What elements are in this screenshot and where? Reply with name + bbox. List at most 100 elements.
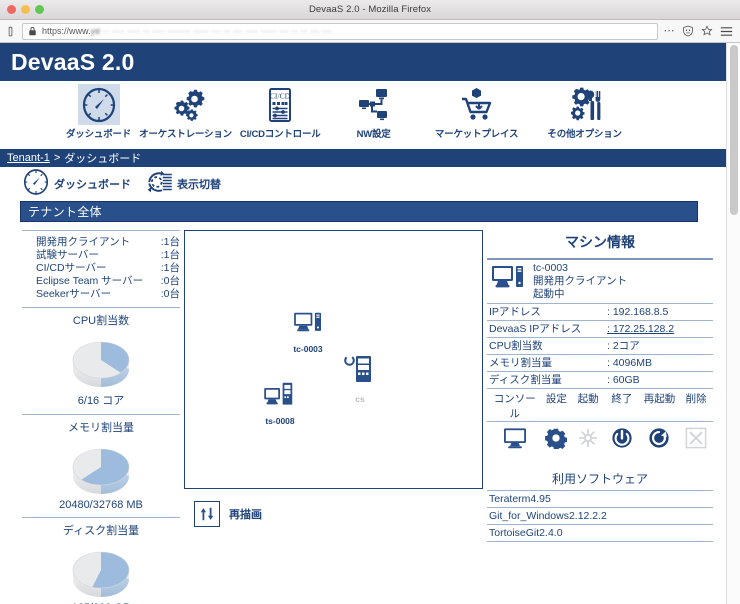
topology-node-ts-0008[interactable]: ts-0008	[263, 381, 297, 426]
pie-chart	[68, 330, 134, 390]
app-brand-bar: DevaaS 2.0	[0, 43, 726, 81]
count-label: 試験サーバー	[36, 249, 99, 261]
row-label: IPアドレス	[489, 306, 541, 318]
row-value: : 60GB	[607, 374, 640, 386]
network-icon	[353, 84, 395, 125]
loading-spinner-icon	[344, 355, 355, 366]
nav-label-orchestration: オーケストレーション	[139, 129, 232, 140]
desktop-client-icon	[293, 311, 323, 342]
row-label: メモリ割当量	[489, 357, 552, 369]
nav-item-network-settings[interactable]: NW設定	[325, 84, 423, 140]
nav-label-cicd-control: CI/CDコントロール	[239, 129, 321, 140]
summary-column: 開発用クライアント :1台 試験サーバー :1台 CI/CDサーバー :1台 E…	[0, 230, 180, 604]
star-icon[interactable]	[701, 25, 713, 37]
redraw-button[interactable]: 再描画	[184, 501, 483, 527]
section-title: テナント全体	[28, 205, 102, 219]
svg-text:CI/CD: CI/CD	[270, 91, 291, 100]
start-button	[572, 427, 604, 454]
breadcrumb-current: ダッシュボード	[64, 153, 142, 165]
delete-button	[679, 427, 713, 454]
view-switch-label: 表示切替	[177, 179, 221, 191]
url-redacted: ye ·· ···· ···· ·· ···· ······· ····· ··…	[90, 26, 332, 36]
count-label: Seekerサーバー	[36, 288, 112, 300]
page-viewport: DevaaS 2.0 ダッシュボード オーケストレーション CI/CD CI/C…	[0, 43, 740, 604]
window-title: DevaaS 2.0 - Mozilla Firefox	[308, 4, 432, 15]
overflow-dots-icon[interactable]: ⋯	[664, 26, 676, 37]
view-switch-icon[interactable]	[143, 167, 175, 202]
nav-item-cicd-control[interactable]: CI/CD CI/CDコントロール	[236, 84, 325, 140]
stop-button[interactable]	[604, 427, 640, 454]
redraw-label: 再描画	[229, 509, 262, 521]
nav-label-network-settings: NW設定	[356, 129, 391, 140]
nav-label-marketplace: マーケットプレイス	[434, 129, 519, 140]
table-row: ディスク割当量 : 60GB	[487, 372, 713, 389]
pie-chart	[68, 437, 134, 497]
topology-node-label: cs	[355, 394, 365, 404]
dashboard-subheader: ダッシュボード 表示切替	[0, 167, 726, 201]
url-bar[interactable]: https://www.ye ·· ···· ···· ·· ···· ····…	[22, 22, 658, 40]
pie-svg	[72, 448, 130, 494]
chart-value-label: 6/16 コア	[77, 395, 125, 407]
desktop-client-icon	[491, 264, 525, 299]
breadcrumb: Tenant-1 > ダッシュボード	[0, 149, 726, 167]
row-value: : 192.168.8.5	[607, 306, 669, 318]
hamburger-menu-icon[interactable]	[720, 26, 733, 37]
list-item: Teraterm4.95	[487, 490, 713, 507]
table-row: メモリ割当量 : 4096MB	[487, 355, 713, 372]
row-value-link[interactable]: : 172.25.128.2	[607, 322, 713, 336]
topology-node-tc-0003[interactable]: tc-0003	[293, 311, 323, 354]
refresh-arrows-icon	[194, 501, 220, 527]
list-item: 試験サーバー :1台	[36, 249, 180, 262]
main-navigation: ダッシュボード オーケストレーション CI/CD CI/CDコントロール NW設…	[0, 81, 726, 149]
chart-title: CPU割当数	[72, 315, 130, 327]
scrollbar-thumb[interactable]	[730, 45, 738, 215]
list-item: TortoiseGit2.4.0	[487, 524, 713, 542]
monitor-icon	[503, 427, 527, 454]
settings-button[interactable]	[541, 427, 573, 454]
browser-window: DevaaS 2.0 - Mozilla Firefox https://www…	[0, 0, 740, 604]
desktop-server-icon	[263, 381, 297, 414]
topology-node-cs[interactable]: cs	[343, 353, 377, 404]
shield-icon[interactable]	[682, 25, 694, 37]
shopping-cart-icon	[456, 84, 498, 125]
list-item: CI/CDサーバー :1台	[36, 262, 180, 275]
list-item: Git_for_Windows2.12.2.2	[487, 507, 713, 524]
toolbar-actions: ⋯	[664, 25, 736, 37]
action-label-start: 起動	[577, 393, 599, 405]
action-label-stop: 終了	[611, 393, 633, 405]
row-value: : 2コア	[607, 340, 640, 352]
count-value: :0台	[160, 275, 180, 287]
count-value: :1台	[160, 236, 180, 248]
row-label: DevaaS IPアドレス	[489, 323, 582, 335]
nav-label-other-options: その他オプション	[547, 129, 622, 140]
count-label: CI/CDサーバー	[36, 262, 107, 274]
count-value: :1台	[160, 262, 180, 274]
pie-svg	[72, 341, 130, 387]
delete-x-icon	[685, 427, 707, 454]
chart-value-label: 20480/32768 MB	[59, 499, 143, 511]
page-info-icon[interactable]	[5, 26, 16, 37]
nav-item-orchestration[interactable]: オーケストレーション	[135, 84, 236, 140]
status-badge: 起動中	[533, 288, 565, 300]
row-label: ディスク割当量	[489, 374, 562, 386]
dashboard-body: 開発用クライアント :1台 試験サーバー :1台 CI/CDサーバー :1台 E…	[0, 222, 726, 604]
nav-item-other-options[interactable]: その他オプション	[531, 84, 639, 140]
restart-icon	[648, 427, 670, 454]
topology-canvas[interactable]: tc-0003 ts-0008 cs	[184, 230, 483, 489]
power-on-icon	[577, 427, 599, 454]
chart-disk-allocation: ディスク割当量 165/300 GB	[22, 517, 180, 604]
section-header-tenant-overview: テナント全体	[20, 201, 698, 222]
breadcrumb-tenant-link[interactable]: Tenant-1	[7, 152, 50, 164]
machine-info-title: マシン情報	[565, 234, 635, 250]
page-scrollbar[interactable]	[726, 43, 740, 604]
url-scheme: https://www.	[42, 26, 91, 36]
nav-item-marketplace[interactable]: マーケットプレイス	[423, 84, 531, 140]
pie-svg	[72, 551, 130, 597]
restart-button[interactable]	[640, 427, 680, 454]
action-label-console: コンソール	[493, 393, 536, 420]
console-button[interactable]	[489, 427, 541, 454]
power-off-icon	[611, 427, 633, 454]
page-content: DevaaS 2.0 ダッシュボード オーケストレーション CI/CD CI/C…	[0, 43, 726, 604]
nav-item-dashboard[interactable]: ダッシュボード	[62, 84, 135, 140]
topology-column: tc-0003 ts-0008 cs 再描画	[180, 230, 485, 604]
